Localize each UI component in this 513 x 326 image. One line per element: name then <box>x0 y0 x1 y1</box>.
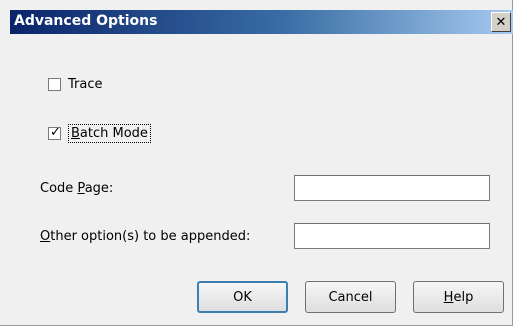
help-button[interactable]: Help <box>413 281 504 313</box>
cancel-button[interactable]: Cancel <box>305 281 396 313</box>
batch-mode-checkbox[interactable]: ✓ Batch Mode <box>48 124 151 143</box>
trace-checkbox-box[interactable] <box>48 78 61 91</box>
close-button[interactable]: ✕ <box>491 12 511 32</box>
batch-mode-checkbox-label: Batch Mode <box>68 124 151 143</box>
batch-mode-checkbox-box[interactable]: ✓ <box>48 125 61 140</box>
other-options-input[interactable] <box>294 223 490 249</box>
trace-checkbox[interactable]: Trace <box>48 77 103 92</box>
advanced-options-dialog: Advanced Options ✕ Trace ✓ Batch Mode Co… <box>0 0 513 326</box>
trace-checkbox-label: Trace <box>68 77 103 92</box>
other-options-label: Other option(s) to be appended: <box>40 229 251 244</box>
code-page-label: Code Page: <box>40 181 114 196</box>
checkmark-icon: ✓ <box>50 125 61 140</box>
code-page-input[interactable] <box>294 175 490 201</box>
dialog-title: Advanced Options <box>14 13 158 29</box>
title-bar[interactable]: Advanced Options ✕ <box>10 10 513 34</box>
close-icon: ✕ <box>495 14 507 30</box>
ok-button[interactable]: OK <box>197 281 288 313</box>
